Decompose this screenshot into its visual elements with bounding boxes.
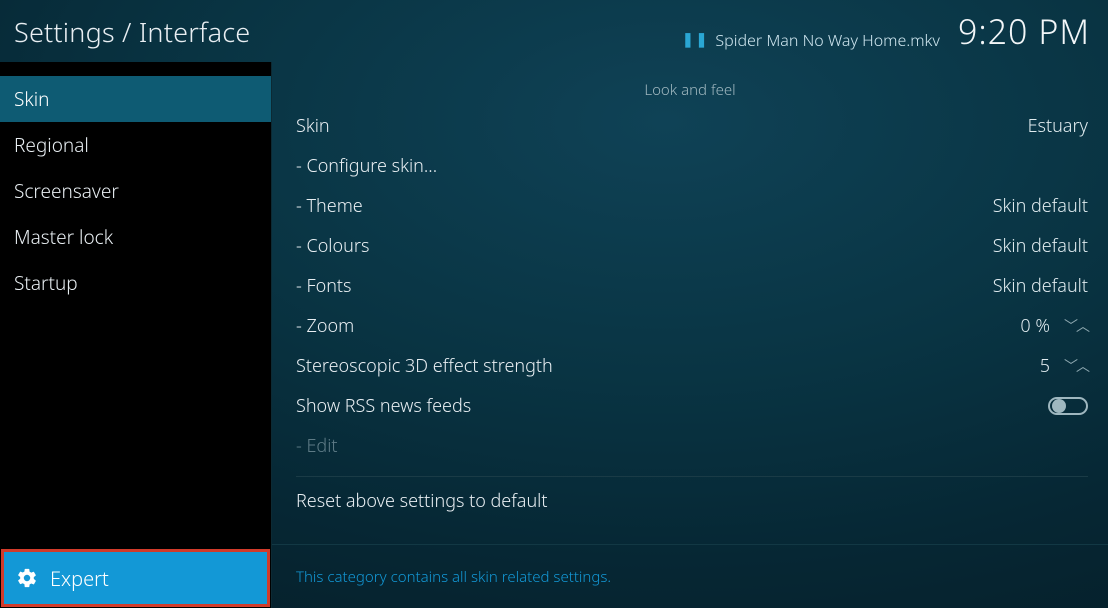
pause-icon: ❚❚ — [682, 30, 709, 49]
toggle-switch[interactable] — [1048, 397, 1088, 415]
breadcrumb: Settings / Interface — [14, 13, 250, 50]
settings-level-button[interactable]: Expert — [2, 550, 269, 606]
sidebar: Skin Regional Screensaver Master lock St… — [0, 62, 272, 608]
setting-label: Stereoscopic 3D effect strength — [296, 354, 553, 378]
setting-row-configure-skin[interactable]: - Configure skin... — [272, 146, 1108, 186]
setting-row-fonts[interactable]: - Fonts Skin default — [272, 266, 1108, 306]
sidebar-item-screensaver[interactable]: Screensaver — [0, 168, 271, 214]
setting-label: - Fonts — [296, 274, 352, 298]
spinner-arrows-icon: ﹀︿ — [1064, 316, 1088, 336]
setting-value: Skin default — [993, 234, 1088, 258]
setting-value: 0 % — [1020, 314, 1050, 338]
setting-row-reset[interactable]: Reset above settings to default — [272, 481, 1108, 521]
sidebar-nav: Skin Regional Screensaver Master lock St… — [0, 62, 271, 306]
sidebar-item-startup[interactable]: Startup — [0, 260, 271, 306]
section-title: Look and feel — [272, 74, 1108, 106]
sidebar-item-label: Startup — [14, 270, 78, 296]
setting-row-stereoscopic[interactable]: Stereoscopic 3D effect strength 5 ﹀︿ — [272, 346, 1108, 386]
setting-row-theme[interactable]: - Theme Skin default — [272, 186, 1108, 226]
setting-value: Estuary — [1028, 114, 1088, 138]
divider — [296, 476, 1088, 477]
setting-row-skin[interactable]: Skin Estuary — [272, 106, 1108, 146]
description-text: This category contains all skin related … — [296, 567, 611, 587]
gear-icon — [16, 567, 38, 589]
sidebar-item-label: Master lock — [14, 224, 113, 250]
setting-label: - Zoom — [296, 314, 354, 338]
settings-panel: Look and feel Skin Estuary - Configure s… — [272, 62, 1108, 544]
setting-spinner[interactable]: 0 % ﹀︿ — [1020, 314, 1088, 338]
sidebar-footer: Expert — [0, 548, 271, 608]
setting-row-colours[interactable]: - Colours Skin default — [272, 226, 1108, 266]
setting-label: Skin — [296, 114, 330, 138]
setting-row-rss[interactable]: Show RSS news feeds — [272, 386, 1108, 426]
sidebar-item-label: Screensaver — [14, 178, 119, 204]
setting-value: Skin default — [993, 274, 1088, 298]
spinner-arrows-icon: ﹀︿ — [1064, 356, 1088, 376]
setting-label: - Edit — [296, 434, 338, 458]
sidebar-item-skin[interactable]: Skin — [0, 76, 271, 122]
header-right: ❚❚ Spider Man No Way Home.mkv 9:20 PM — [682, 8, 1090, 54]
setting-label: - Configure skin... — [296, 154, 437, 178]
sidebar-item-label: Skin — [14, 86, 50, 112]
setting-label: Show RSS news feeds — [296, 394, 471, 418]
setting-value: 5 — [1040, 354, 1050, 378]
clock: 9:20 PM — [958, 8, 1090, 54]
setting-row-zoom[interactable]: - Zoom 0 % ﹀︿ — [272, 306, 1108, 346]
setting-label: Reset above settings to default — [296, 489, 548, 513]
setting-spinner[interactable]: 5 ﹀︿ — [1040, 354, 1088, 378]
setting-value: Skin default — [993, 194, 1088, 218]
header: Settings / Interface ❚❚ Spider Man No Wa… — [0, 0, 1108, 62]
now-playing[interactable]: ❚❚ Spider Man No Way Home.mkv — [682, 29, 940, 51]
sidebar-item-regional[interactable]: Regional — [0, 122, 271, 168]
settings-level-label: Expert — [50, 565, 109, 592]
sidebar-item-master-lock[interactable]: Master lock — [0, 214, 271, 260]
setting-row-edit: - Edit — [272, 426, 1108, 466]
setting-label: - Theme — [296, 194, 363, 218]
setting-label: - Colours — [296, 234, 369, 258]
description-bar: This category contains all skin related … — [272, 544, 1108, 608]
now-playing-title: Spider Man No Way Home.mkv — [715, 29, 940, 51]
sidebar-item-label: Regional — [14, 132, 89, 158]
